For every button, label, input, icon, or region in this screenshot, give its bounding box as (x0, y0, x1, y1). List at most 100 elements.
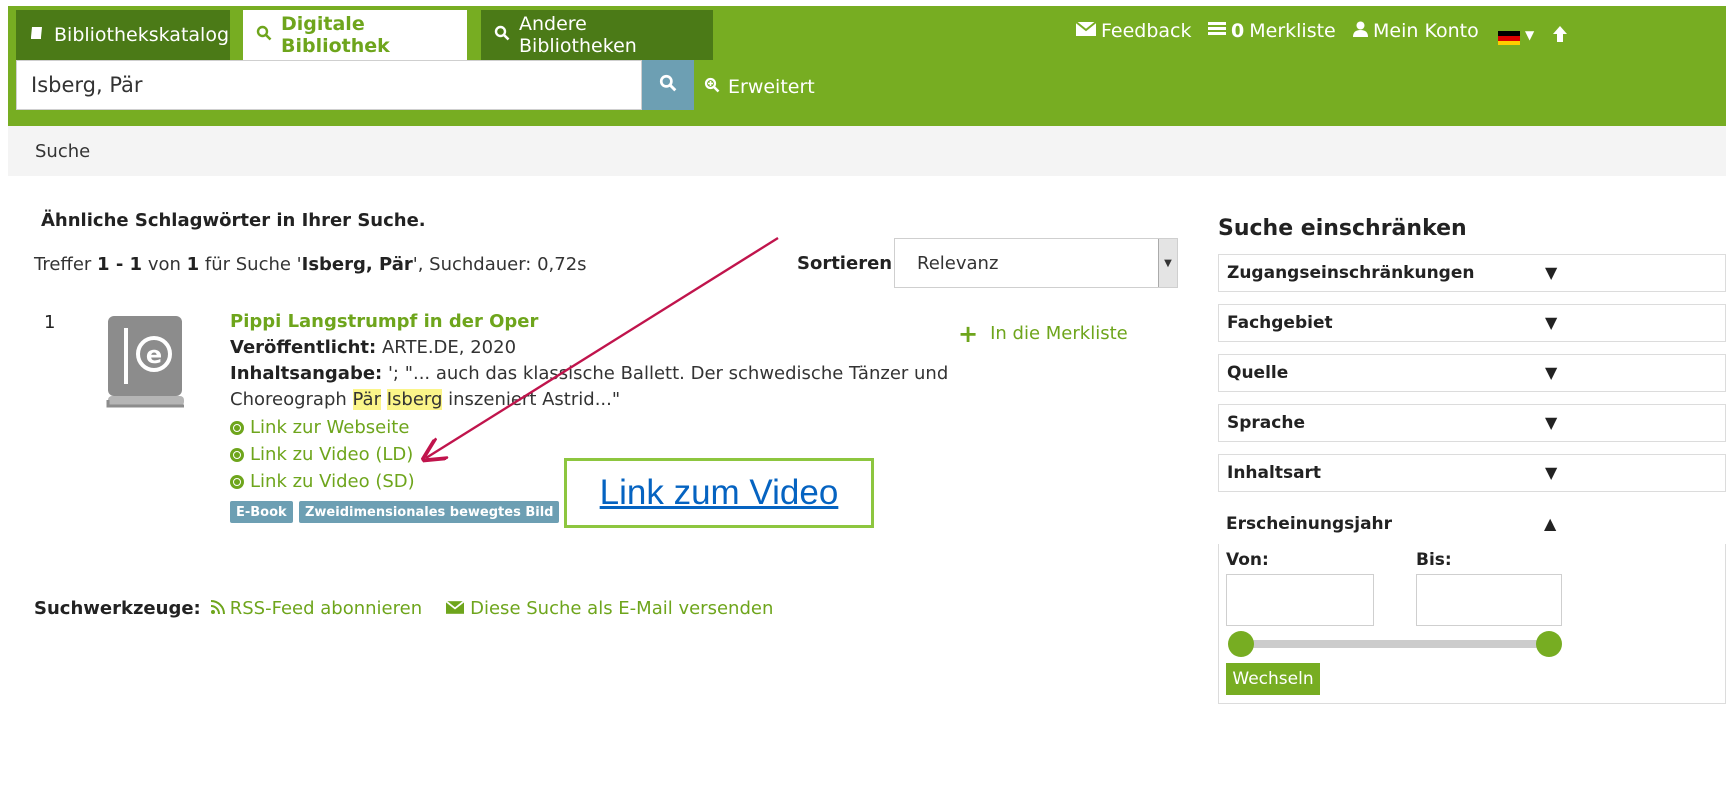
hits-prefix: Treffer (34, 254, 98, 275)
hits-total: 1 (186, 254, 200, 275)
caret-down-icon: ▼ (1525, 28, 1535, 42)
globe-icon (230, 474, 244, 489)
caret-down-icon: ▼ (1545, 363, 1558, 382)
merkliste-count: 0 (1231, 20, 1245, 42)
facet-sprache[interactable]: Sprache ▼ (1218, 404, 1726, 442)
feedback-label: Feedback (1101, 20, 1192, 42)
search-icon (256, 25, 272, 46)
merkliste-label: Merkliste (1249, 20, 1336, 42)
slider-handle-max[interactable] (1536, 631, 1562, 657)
svg-text:e: e (146, 341, 162, 369)
envelope-icon (445, 598, 465, 619)
year-to-label: Bis: (1416, 550, 1452, 570)
sort-label: Sortieren (797, 253, 893, 274)
video-callout-box: Link zum Video (564, 458, 874, 528)
caret-down-icon: ▼ (1545, 263, 1558, 282)
tab-andere-bibliotheken[interactable]: Andere Bibliotheken (481, 10, 713, 60)
feedback-link[interactable]: Feedback (1075, 20, 1192, 42)
format-badge: E-Book (230, 501, 293, 523)
caret-down-icon: ▼ (1545, 413, 1558, 432)
globe-icon (230, 420, 244, 435)
caret-up-icon: ▲ (1544, 514, 1557, 533)
result-title-link[interactable]: Pippi Langstrumpf in der Oper (230, 311, 538, 332)
summary-text-3: inszeniert Astrid..." (442, 389, 621, 410)
link-website[interactable]: Link zur Webseite (230, 417, 409, 438)
user-icon (1353, 21, 1368, 42)
result-published: Veröffentlicht: ARTE.DE, 2020 (230, 337, 516, 358)
facet-inhaltsart[interactable]: Inhaltsart ▼ (1218, 454, 1726, 492)
caret-down-icon: ▼ (1545, 463, 1558, 482)
account-link[interactable]: Mein Konto (1353, 20, 1479, 42)
tab-label: Digitale Bibliothek (281, 13, 390, 57)
book-icon (29, 25, 45, 46)
facet-label: Sprache (1227, 413, 1305, 433)
facet-zugangseinschraenkungen[interactable]: Zugangseinschränkungen ▼ (1218, 254, 1726, 292)
tools-label: Suchwerkzeuge: (34, 598, 201, 619)
select-arrow-icon: ▼ (1158, 239, 1177, 287)
hits-of: von (142, 254, 187, 275)
year-range-slider[interactable] (1236, 640, 1552, 648)
result-summary-line-2: Choreograph Pär Isberg inszeniert Astrid… (230, 389, 620, 410)
year-from-label: Von: (1226, 550, 1269, 570)
add-to-merkliste-button[interactable]: + In die Merkliste (958, 319, 1128, 348)
year-from-input[interactable] (1226, 574, 1374, 626)
hits-duration: ', Suchdauer: 0,72s (412, 254, 587, 275)
merkliste-action-label: In die Merkliste (990, 323, 1128, 344)
tab-digitale-bibliothek[interactable]: Digitale Bibliothek (243, 10, 467, 60)
email-label: Diese Suche als E-Mail versenden (470, 598, 774, 619)
rss-label: RSS-Feed abonnieren (229, 598, 423, 619)
apply-year-button[interactable]: Wechseln (1226, 663, 1320, 695)
help-icon[interactable] (1553, 26, 1567, 42)
search-icon (659, 73, 677, 97)
tab-bibliothekskatalog[interactable]: Bibliothekskatalog (16, 10, 230, 60)
rss-feed-link[interactable]: RSS-Feed abonnieren (210, 598, 423, 619)
highlight-term: Pär (352, 389, 381, 410)
envelope-icon (1075, 21, 1097, 41)
globe-icon (230, 447, 244, 462)
hit-summary: Treffer 1 - 1 von 1 für Suche 'Isberg, P… (34, 254, 587, 275)
year-to-input[interactable] (1416, 574, 1562, 626)
published-label: Veröffentlicht: (230, 337, 377, 358)
merkliste-link[interactable]: 0 Merkliste (1208, 20, 1336, 42)
format-badge: Zweidimensionales bewegtes Bild (299, 501, 560, 523)
rss-icon (210, 598, 225, 619)
slider-handle-min[interactable] (1228, 631, 1254, 657)
link-video-ld[interactable]: Link zu Video (LD) (230, 444, 413, 465)
search-tools: Suchwerkzeuge: RSS-Feed abonnieren Diese… (34, 598, 773, 619)
breadcrumb: Suche (8, 126, 1726, 176)
result-number: 1 (44, 312, 56, 333)
link-label: Link zu Video (LD) (250, 444, 414, 465)
summary-label: Inhaltsangabe: (230, 363, 383, 384)
hits-for: für Suche ' (199, 254, 302, 275)
zoom-in-icon (704, 77, 720, 98)
callout-link-text[interactable]: Link zum Video (600, 473, 839, 513)
sort-select[interactable]: Relevanz ▼ (894, 238, 1178, 288)
language-dropdown[interactable]: ▼ (1498, 28, 1535, 45)
summary-text-2: Choreograph (230, 389, 353, 410)
search-input[interactable] (16, 60, 642, 110)
facet-label: Quelle (1227, 363, 1289, 383)
filters-title: Suche einschränken (1218, 216, 1467, 241)
list-icon (1208, 21, 1226, 41)
result-summary-line-1: Inhaltsangabe: '; "... auch das klassisc… (230, 363, 948, 384)
hits-query: Isberg, Pär (301, 254, 413, 275)
advanced-search-link[interactable]: Erweitert (704, 76, 815, 98)
facet-quelle[interactable]: Quelle ▼ (1218, 354, 1726, 392)
german-flag-icon (1498, 28, 1520, 45)
ebook-cover-icon: e (106, 314, 186, 410)
link-video-sd[interactable]: Link zu Video (SD) (230, 471, 415, 492)
plus-icon: + (958, 319, 979, 348)
facet-fachgebiet[interactable]: Fachgebiet ▼ (1218, 304, 1726, 342)
top-bar: Bibliothekskatalog Digitale Bibliothek A… (8, 6, 1726, 126)
advanced-label: Erweitert (728, 76, 815, 98)
sort-value: Relevanz (917, 253, 999, 274)
search-button[interactable] (642, 60, 694, 110)
caret-down-icon: ▼ (1545, 313, 1558, 332)
facet-label: Inhaltsart (1227, 463, 1322, 483)
summary-text-1: '; "... auch das klassische Ballett. Der… (382, 363, 949, 384)
tab-label: Andere Bibliotheken (519, 13, 637, 57)
email-search-link[interactable]: Diese Suche als E-Mail versenden (445, 598, 774, 619)
breadcrumb-item[interactable]: Suche (35, 141, 90, 162)
facet-erscheinungsjahr[interactable]: Erscheinungsjahr ▲ (1218, 506, 1726, 544)
facet-label: Erscheinungsjahr (1226, 514, 1393, 534)
